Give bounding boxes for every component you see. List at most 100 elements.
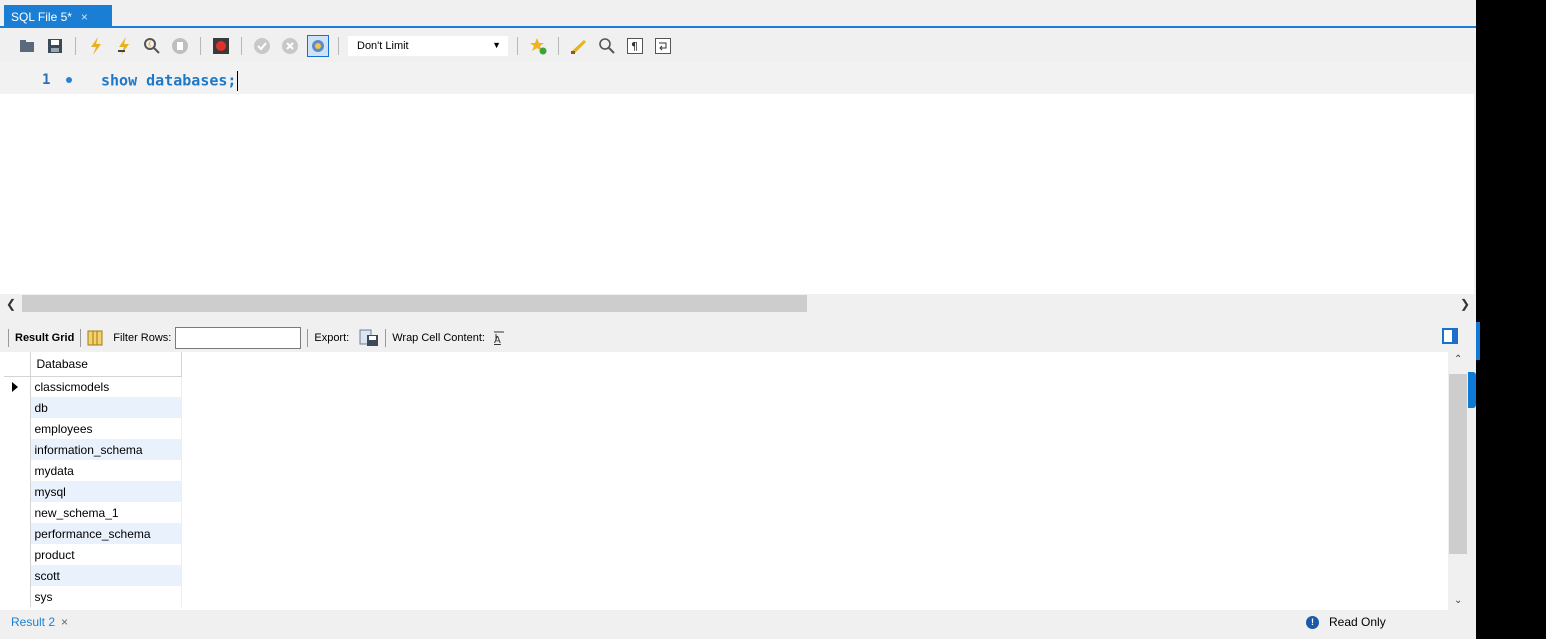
info-icon: ! [1306,615,1319,629]
table-cell[interactable]: product [30,544,182,565]
table-header-row: Database [4,352,182,377]
sql-editor-toolbar: Don't Limit ▼ ¶ [0,30,1476,62]
sql-code-line[interactable]: show databases; [101,71,239,91]
scrollbar-thumb[interactable] [22,295,807,312]
toolbar-separator [8,329,9,347]
grid-layout-icon[interactable] [87,330,103,346]
svg-text:A: A [494,335,501,345]
toolbar-separator [517,37,518,55]
table-cell[interactable]: sys [30,586,182,607]
tab-sql-file-5[interactable]: SQL File 5* × [4,5,112,28]
table-row[interactable]: new_schema_1 [4,502,182,523]
row-header[interactable] [4,439,31,460]
toolbar-separator [200,37,201,55]
scroll-left-icon[interactable]: ❮ [6,297,16,311]
close-result-tab-icon[interactable]: × [61,615,68,629]
side-panel-indicator [1468,372,1476,408]
tab-label: SQL File 5* [11,9,72,24]
toggle-error-icon[interactable] [210,35,232,57]
sql-editor[interactable]: 1 show databases; [0,62,1474,294]
limit-rows-value: Don't Limit [357,40,409,52]
row-header[interactable] [4,565,31,586]
result-table: Database classicmodels db employees info… [4,352,182,607]
limit-rows-select[interactable]: Don't Limit ▼ [348,36,508,56]
autocommit-icon[interactable] [307,35,329,57]
workbench-window: SQL File 5* × Don't Limit ▼ ¶ 1 show dat… [0,0,1476,639]
invisible-chars-icon[interactable]: ¶ [624,35,646,57]
row-header[interactable] [4,481,31,502]
table-cell[interactable]: mysql [30,481,182,502]
rollback-icon[interactable] [279,35,301,57]
row-header[interactable] [4,544,31,565]
export-label: Export: [314,332,350,344]
scrollbar-thumb[interactable] [1449,374,1467,554]
editor-horizontal-scrollbar[interactable]: ❮ ❯ [0,294,1476,314]
stop-icon[interactable] [169,35,191,57]
wrap-cell-content-icon[interactable]: A [493,331,505,345]
execute-current-icon[interactable] [113,35,135,57]
line-number: 1 [42,72,51,88]
table-cell[interactable]: scott [30,565,182,586]
table-row[interactable]: mydata [4,460,182,481]
toolbar-separator [75,37,76,55]
scroll-right-icon[interactable]: ❯ [1460,297,1470,311]
table-row[interactable]: scott [4,565,182,586]
side-panel-edge [1468,0,1546,639]
open-folder-icon[interactable] [16,35,38,57]
table-cell[interactable]: information_schema [30,439,182,460]
side-panel-indicator [1476,322,1480,360]
beautify-icon[interactable] [568,35,590,57]
table-cell[interactable]: db [30,397,182,418]
scroll-up-icon[interactable]: ⌃ [1454,354,1462,365]
commit-icon[interactable] [251,35,273,57]
execute-icon[interactable] [85,35,107,57]
row-header[interactable] [4,523,31,544]
toolbar-separator [80,329,82,347]
filter-rows-label: Filter Rows: [113,332,172,344]
read-only-status: ! Read Only [1306,615,1386,629]
table-row[interactable]: information_schema [4,439,182,460]
result-grid[interactable]: Database classicmodels db employees info… [0,352,1448,610]
column-header-database[interactable]: Database [30,352,182,377]
table-row[interactable]: sys [4,586,182,607]
word-wrap-icon[interactable] [652,35,674,57]
scroll-down-icon[interactable]: ⌄ [1454,595,1462,606]
table-row[interactable]: performance_schema [4,523,182,544]
explain-icon[interactable] [141,35,163,57]
table-row[interactable]: mysql [4,481,182,502]
table-cell[interactable]: classicmodels [30,376,182,397]
statement-marker-icon [66,77,72,83]
row-header[interactable] [4,460,31,481]
table-row[interactable]: db [4,397,182,418]
row-header[interactable] [4,418,31,439]
export-icon[interactable] [359,329,379,347]
grid-vertical-scrollbar[interactable]: ⌃ ⌄ [1448,352,1468,610]
toolbar-separator [338,37,339,55]
toggle-panel-icon[interactable] [1442,328,1458,344]
row-header[interactable] [4,397,31,418]
row-header[interactable] [4,376,31,397]
table-row[interactable]: employees [4,418,182,439]
row-header[interactable] [4,586,31,607]
save-icon[interactable] [44,35,66,57]
toolbar-separator [558,37,559,55]
table-row[interactable]: product [4,544,182,565]
toolbar-separator [241,37,242,55]
result-grid-button[interactable]: Result Grid [15,332,74,344]
close-tab-icon[interactable]: × [81,10,88,24]
result-tab-label: Result 2 [11,615,56,629]
svg-text:¶: ¶ [631,40,638,53]
table-cell[interactable]: new_schema_1 [30,502,182,523]
filter-rows-input[interactable] [175,327,302,349]
editor-tab-bar: SQL File 5* × [0,0,1476,28]
wrap-cell-content-label: Wrap Cell Content: [392,332,485,344]
text-cursor [237,71,239,91]
tab-result-2[interactable]: Result 2 × [11,615,68,629]
table-cell[interactable]: mydata [30,460,182,481]
find-icon[interactable] [596,35,618,57]
table-cell[interactable]: performance_schema [30,523,182,544]
table-row[interactable]: classicmodels [4,376,182,397]
table-cell[interactable]: employees [30,418,182,439]
row-header[interactable] [4,502,31,523]
add-snippet-icon[interactable] [527,35,549,57]
